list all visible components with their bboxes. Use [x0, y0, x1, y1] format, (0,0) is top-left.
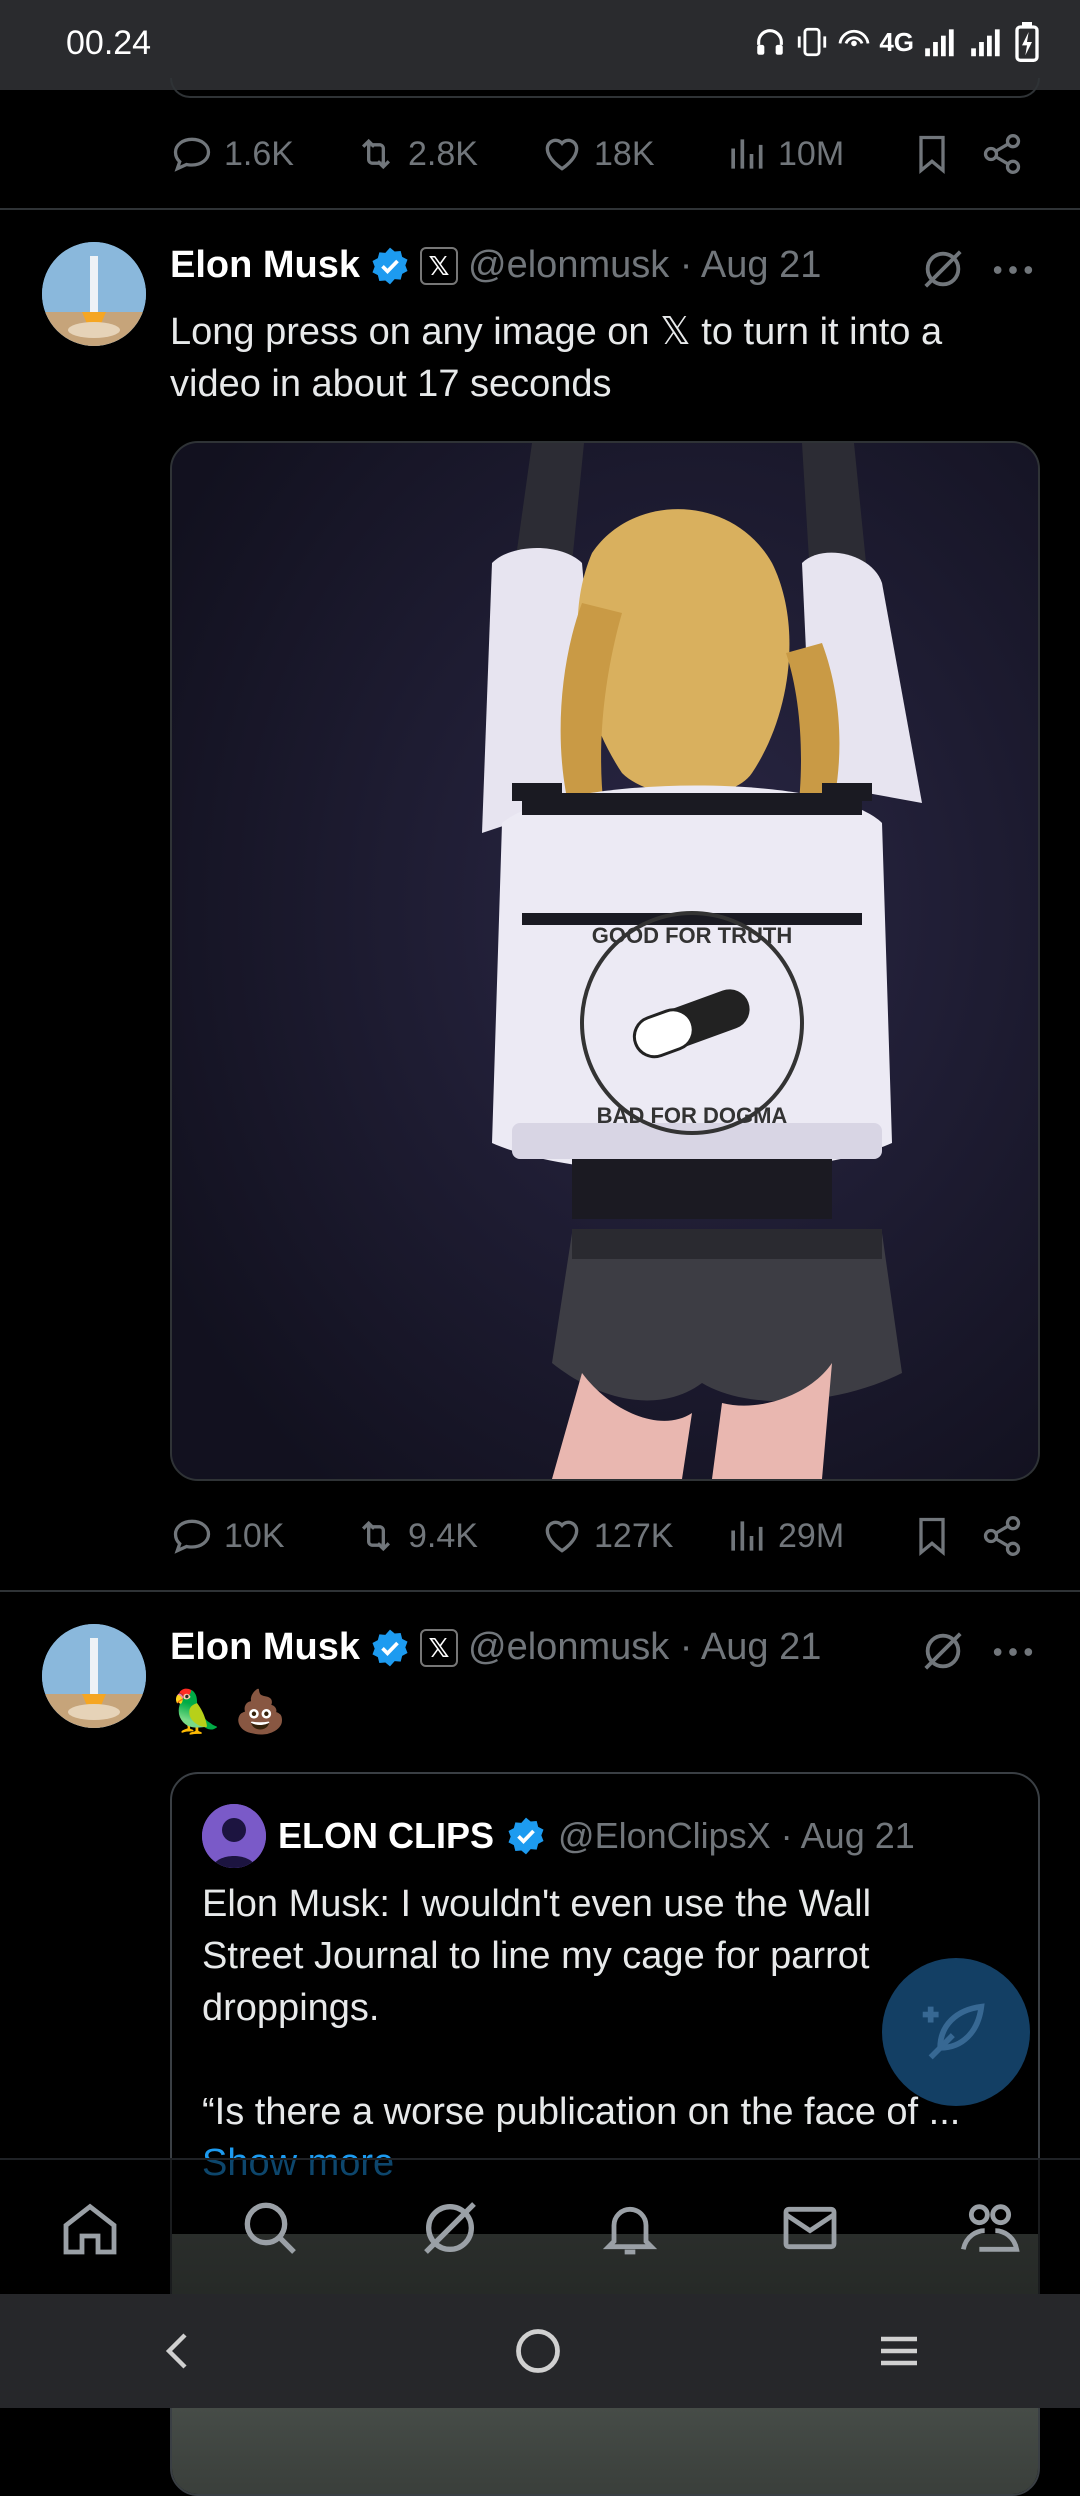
views-count: 10M: [778, 134, 845, 173]
quote-text-line4: “Is there a worse publication on the fac…: [202, 2091, 961, 2133]
divider: [0, 208, 1080, 210]
previous-media-edge: [170, 78, 1040, 98]
x-affiliate-badge: 𝕏: [420, 246, 459, 285]
nav-communities[interactable]: [950, 2188, 1030, 2268]
grok-icon: [424, 2202, 476, 2254]
signal-icon: [925, 29, 954, 57]
reply-button[interactable]: 1.6K: [170, 132, 354, 176]
quote-author-name: ELON CLIPS: [278, 1815, 495, 1856]
bottom-navigation: [0, 2158, 1080, 2296]
battery-charging-icon: [1015, 22, 1039, 62]
like-button[interactable]: 18K: [540, 132, 724, 176]
communities-icon: [960, 2204, 1020, 2252]
avatar[interactable]: [42, 242, 146, 346]
headphones-icon: [757, 29, 784, 55]
verified-icon: [372, 1629, 408, 1666]
quote-text-line2: Street Journal to line my cage for parro…: [202, 1935, 870, 1977]
home-icon: [63, 2203, 117, 2255]
search-icon: [244, 2202, 296, 2254]
more-icon[interactable]: [990, 250, 1036, 290]
like-icon: [545, 138, 579, 171]
tweet1-actions: 10K 9.4K 127K 29M: [170, 1508, 1040, 1564]
anime-character-illustration: GOOD FOR TRUTH BAD FOR DOGMA: [172, 443, 1038, 1479]
nav-notifications[interactable]: [590, 2188, 670, 2268]
reply-button[interactable]: 10K: [170, 1514, 354, 1558]
signal-2-icon: [971, 29, 1000, 57]
repost-button[interactable]: 9.4K: [354, 1514, 540, 1558]
avatar[interactable]: [42, 1624, 146, 1728]
views-icon: [731, 1521, 763, 1551]
grok-icon[interactable]: [920, 246, 966, 292]
status-bar: 00.24 4G: [0, 0, 1080, 90]
verified-icon: [372, 247, 408, 284]
jacket-text-top: GOOD FOR TRUTH: [592, 923, 792, 948]
hotspot-icon: [838, 29, 870, 47]
share-button[interactable]: [980, 1514, 1040, 1558]
bookmark-button[interactable]: [910, 132, 980, 176]
home-circle-icon[interactable]: [512, 2325, 564, 2377]
views-icon: [731, 139, 763, 169]
quote-header: ELON CLIPS @ElonClipsX · Aug 21: [202, 1804, 915, 1868]
recents-menu-icon[interactable]: [873, 2327, 925, 2375]
repost-button[interactable]: 2.8K: [354, 132, 540, 176]
bookmark-button[interactable]: [910, 1514, 980, 1558]
x-affiliate-badge: 𝕏: [420, 1628, 459, 1667]
repost-count: 9.4K: [408, 1516, 478, 1555]
handle-date: @elonmusk · Aug 21: [468, 244, 822, 286]
share-icon: [983, 1516, 1021, 1556]
tweet1-media-image[interactable]: GOOD FOR TRUTH BAD FOR DOGMA: [170, 441, 1040, 1481]
author-name[interactable]: Elon Musk: [170, 244, 360, 287]
bookmark-icon: [919, 1517, 945, 1557]
quote-text-line1: Elon Musk: I wouldn't even use the Wall: [202, 1883, 872, 1925]
bookmark-icon: [919, 135, 945, 175]
share-button[interactable]: [980, 132, 1040, 176]
tweet1-text-line1: Long press on any image on 𝕏 to turn it …: [170, 311, 943, 353]
system-navigation-bar: [0, 2294, 1080, 2408]
verified-icon: [508, 1817, 544, 1855]
author-name[interactable]: Elon Musk: [170, 1626, 360, 1669]
compose-feather-icon: [922, 2003, 985, 2060]
nav-messages[interactable]: [770, 2188, 850, 2268]
views-count: 29M: [778, 1516, 845, 1555]
nav-search[interactable]: [230, 2188, 310, 2268]
quote-avatar: [202, 1804, 266, 1868]
tweet1-text: Long press on any image on 𝕏 to turn it …: [170, 306, 1030, 410]
reply-icon: [173, 1519, 211, 1554]
reply-count: 1.6K: [224, 134, 294, 173]
network-type: 4G: [879, 26, 914, 57]
nav-grok[interactable]: [410, 2188, 490, 2268]
jacket-text-bottom: BAD FOR DOGMA: [597, 1103, 788, 1128]
like-count: 127K: [594, 1516, 674, 1555]
like-count: 18K: [594, 134, 655, 173]
status-icons: 4G: [753, 22, 1040, 62]
more-icon[interactable]: [990, 1632, 1036, 1672]
bell-icon: [602, 2206, 658, 2255]
tweet0-actions: 1.6K 2.8K 18K 10M: [170, 126, 1040, 182]
reply-count: 10K: [224, 1516, 285, 1555]
share-icon: [983, 134, 1021, 174]
tweet2-emojis: 🦜 💩: [170, 1688, 287, 1735]
compose-post-button[interactable]: [882, 1958, 1030, 2106]
mail-icon: [783, 2206, 837, 2250]
views-button[interactable]: 29M: [724, 1514, 910, 1558]
tweet1-text-line2: video in about 17 seconds: [170, 363, 612, 405]
quote-handle-date: @ElonClipsX · Aug 21: [558, 1815, 915, 1856]
views-button[interactable]: 10M: [724, 132, 910, 176]
status-time: 00.24: [66, 24, 152, 62]
nav-home[interactable]: [50, 2188, 130, 2268]
vibrate-icon: [798, 27, 827, 57]
divider: [0, 1590, 1080, 1592]
like-button[interactable]: 127K: [540, 1514, 724, 1558]
back-icon[interactable]: [155, 2327, 203, 2375]
grok-icon[interactable]: [920, 1628, 966, 1674]
like-icon: [545, 1520, 579, 1553]
reply-icon: [173, 137, 211, 172]
tweet2-header: Elon Musk 𝕏 @elonmusk · Aug 21: [170, 1626, 990, 1669]
handle-date: @elonmusk · Aug 21: [468, 1626, 822, 1668]
tweet1-header: Elon Musk 𝕏 @elonmusk · Aug 21: [170, 244, 990, 287]
repost-icon: [361, 138, 391, 170]
repost-icon: [361, 1520, 391, 1552]
repost-count: 2.8K: [408, 134, 478, 173]
